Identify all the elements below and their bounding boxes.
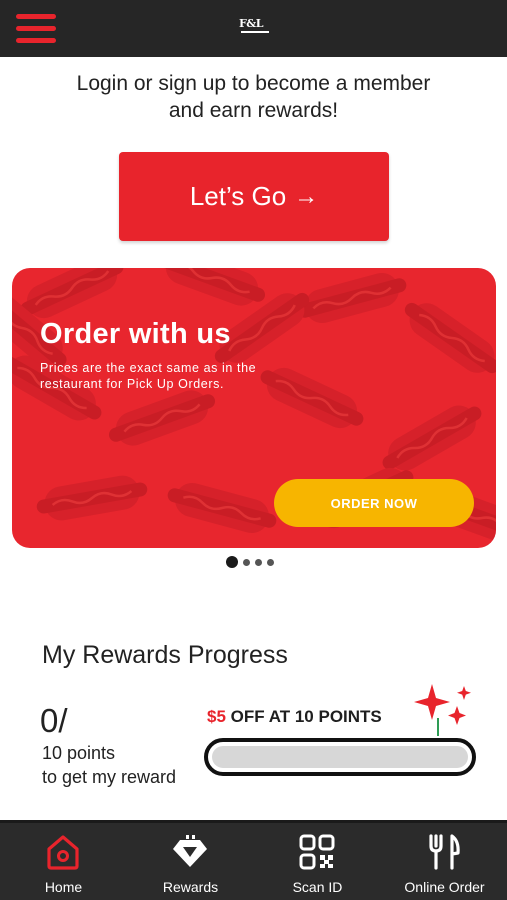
fork-knife-icon (429, 834, 460, 870)
tab-online-order-label: Online Order (404, 879, 485, 895)
tab-online-order[interactable]: Online Order (381, 823, 507, 900)
reward-amount: $5 (207, 707, 226, 726)
logo-wordmark: F&L (239, 17, 263, 30)
reward-offer-text: OFF AT 10 POINTS (225, 707, 382, 726)
bottom-tab-bar: Home Rewards Scan ID Online Order (0, 820, 507, 900)
tab-home[interactable]: Home (0, 823, 127, 900)
qr-code-icon (299, 834, 335, 870)
diamond-icon (173, 835, 207, 867)
rewards-progress-bar (204, 738, 476, 776)
tab-scan-id[interactable]: Scan ID (254, 823, 381, 900)
signup-prompt-line1: Login or sign up to become a member (76, 72, 431, 95)
carousel-dot[interactable] (267, 558, 274, 566)
carousel-dot[interactable] (226, 556, 238, 568)
top-app-bar: F&L (0, 0, 507, 57)
lets-go-button[interactable]: Let’s Go → (119, 152, 389, 241)
carousel-indicator (226, 556, 274, 568)
reward-offer-label: $5 OFF AT 10 POINTS (207, 707, 382, 727)
promo-title: Order with us (40, 318, 231, 350)
points-goal: 10 points (42, 743, 116, 763)
brand-logo: F&L (235, 17, 275, 41)
tab-rewards[interactable]: Rewards (127, 823, 254, 900)
tab-scan-id-label: Scan ID (292, 879, 343, 895)
arrow-right-icon: → (294, 182, 319, 210)
rewards-section-title: My Rewards Progress (42, 641, 288, 669)
points-current: 0/ (40, 702, 68, 739)
points-caption: to get my reward (42, 767, 177, 787)
tab-rewards-label: Rewards (162, 879, 219, 895)
signup-prompt-line2: and earn rewards! (168, 99, 339, 122)
order-now-button[interactable]: ORDER NOW (274, 479, 474, 527)
hamburger-menu-icon[interactable] (16, 11, 56, 45)
lets-go-label: Let’s Go (189, 181, 287, 211)
sparkle-icon (414, 684, 471, 736)
carousel-dot[interactable] (243, 558, 250, 566)
home-icon (47, 835, 79, 870)
promo-banner-card[interactable]: Order with us Prices are the exact same … (12, 268, 496, 548)
signup-prompt: Login or sign up to become a member and … (0, 70, 507, 124)
carousel-dot[interactable] (255, 558, 262, 566)
tab-home-label: Home (44, 879, 83, 895)
promo-description: Prices are the exact same as in the rest… (40, 361, 257, 391)
